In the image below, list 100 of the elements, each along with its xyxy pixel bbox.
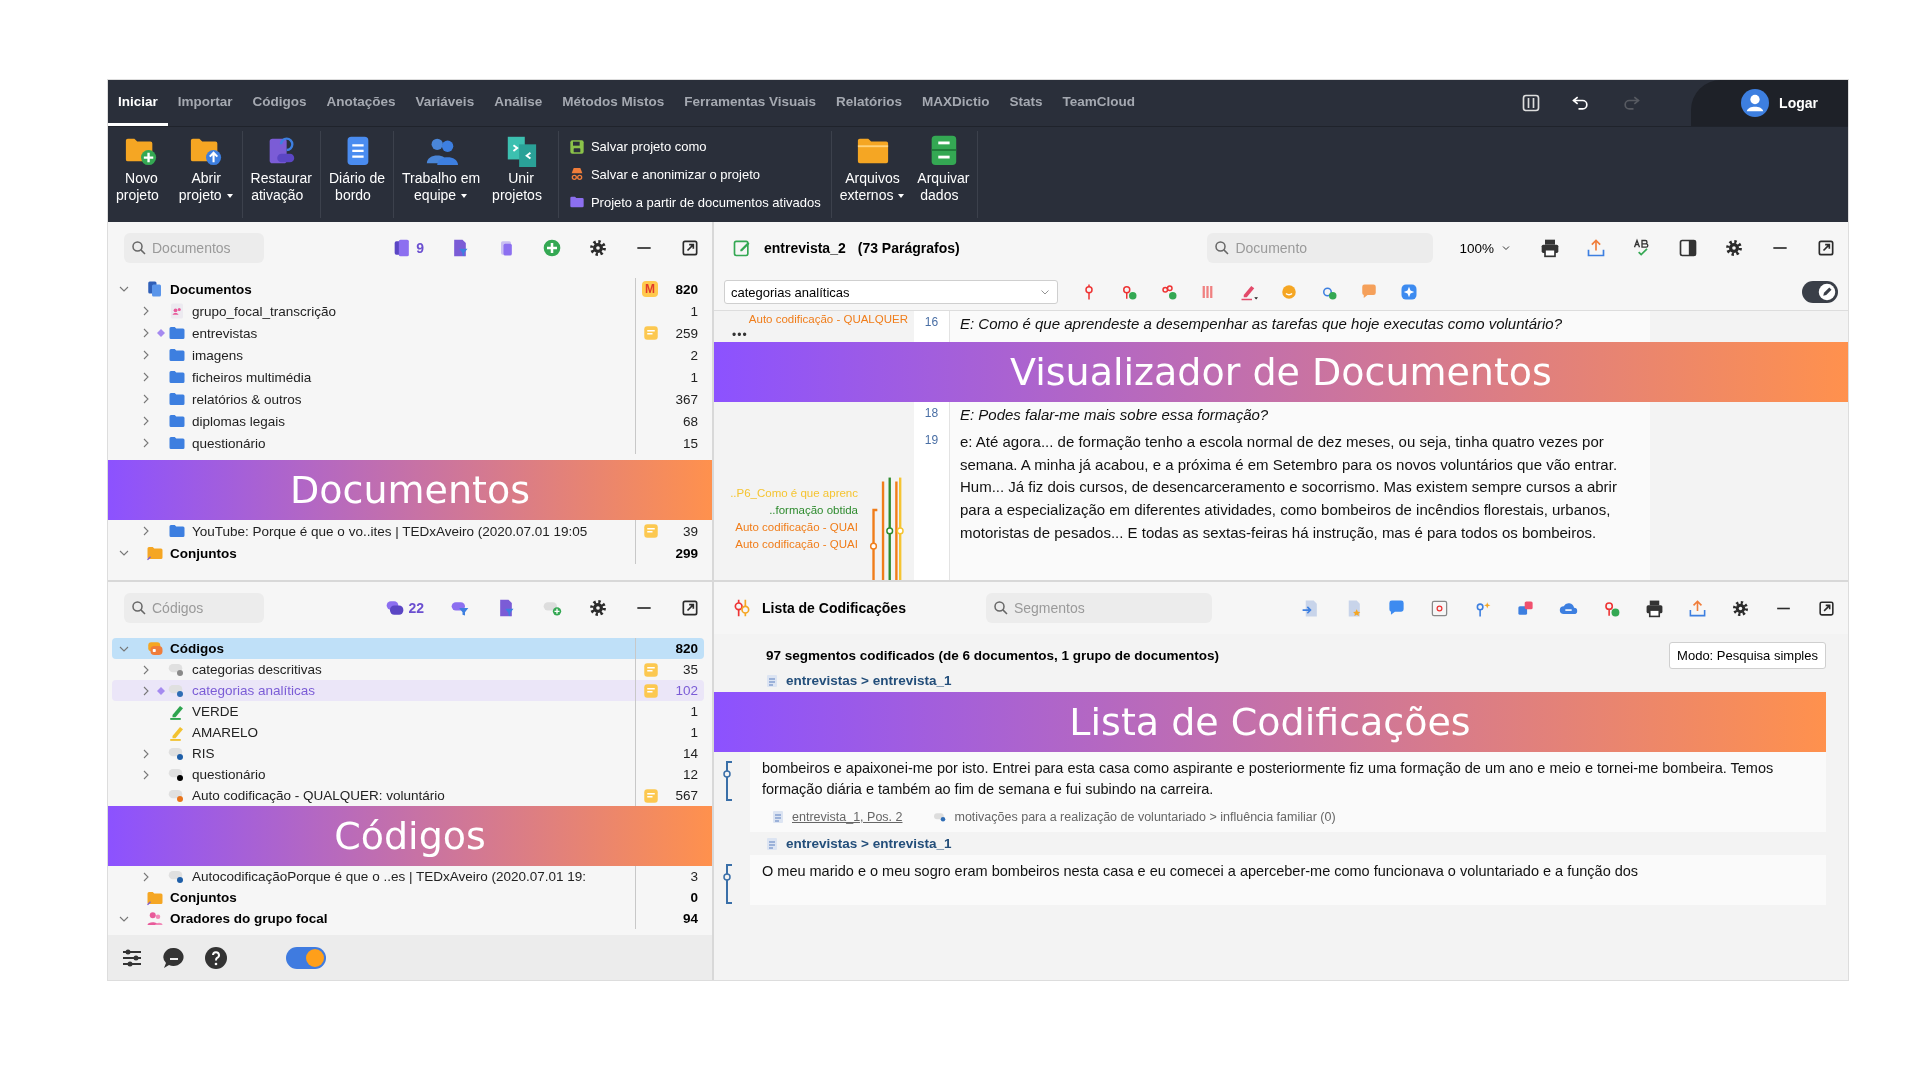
login-button[interactable]: Logar [1691, 80, 1848, 126]
code-add-icon[interactable] [1120, 283, 1138, 301]
zoom-dropdown[interactable]: 100% [1459, 240, 1512, 256]
count-text: 299 [675, 545, 698, 561]
menu-tab[interactable]: Relatórios [826, 80, 913, 126]
codes-icon[interactable] [385, 598, 406, 618]
code-dropdown[interactable]: categorias analíticas [724, 280, 1058, 304]
squares-icon[interactable] [1516, 598, 1535, 618]
tree-item-label[interactable]: categorias descritivas [192, 662, 322, 677]
tree-item-label[interactable]: Conjuntos [170, 545, 237, 561]
chat-icon[interactable] [162, 945, 186, 970]
tree-item-label[interactable]: questionário [192, 435, 266, 451]
tree-item-label[interactable]: imagens [192, 347, 244, 363]
ribbon-button[interactable]: Novo projeto [110, 131, 173, 206]
columns-icon[interactable] [1521, 93, 1542, 113]
menu-tab[interactable]: Stats [999, 80, 1053, 126]
sparkle-icon[interactable] [1400, 283, 1418, 301]
settings-icon[interactable] [588, 598, 608, 618]
count-text: 68 [682, 413, 698, 429]
side-panel-icon[interactable] [1678, 238, 1698, 258]
menu-tab[interactable]: Métodos Mistos [552, 80, 675, 126]
tree-row-highlight[interactable]: Códigos 820 [112, 638, 704, 659]
ribbon-button[interactable]: Abrir projeto [172, 131, 240, 206]
reference-link[interactable]: entrevista_1, Pos. 2 [792, 810, 903, 824]
count-text: 22 [408, 600, 424, 616]
count-text: 94 [682, 911, 698, 926]
tree-item-label[interactable]: RIS [192, 746, 215, 761]
tree-item-label[interactable]: VERDE [192, 704, 239, 719]
ribbon-button[interactable]: Diário de bordo [323, 131, 391, 206]
ribbon-link[interactable]: Projeto a partir de documentos ativados [568, 194, 821, 211]
popout-icon[interactable] [1817, 598, 1836, 618]
settings-icon[interactable] [1731, 598, 1750, 618]
count-text: 12 [682, 767, 698, 782]
source-path[interactable]: entrevistas > entrevista_1 [786, 836, 952, 851]
count-text: 3 [690, 869, 698, 884]
tree-item-label[interactable]: relatórios & outros [192, 391, 302, 407]
coding-icon [732, 598, 752, 618]
count-text: 820 [675, 641, 698, 656]
focus-group-icon [168, 302, 186, 320]
print-icon[interactable] [1540, 238, 1560, 258]
mode-button[interactable]: Modo: Pesquisa simples [1669, 642, 1826, 669]
edit-mode-toggle[interactable] [1802, 281, 1838, 303]
frame-icon[interactable] [1430, 598, 1449, 618]
code-multi-icon[interactable] [1160, 283, 1178, 301]
menu-tab[interactable]: Análise [484, 80, 553, 126]
help-icon[interactable] [204, 945, 228, 970]
menu-tab[interactable]: TeamCloud [1052, 80, 1146, 126]
ribbon-button[interactable]: Trabalho em equipe [396, 131, 487, 206]
ribbon-link[interactable]: Salvar e anonimizar o projeto [568, 166, 821, 183]
tree-item-label[interactable]: Documentos [170, 281, 252, 297]
ribbon-button[interactable]: Restaurar ativação [244, 131, 318, 206]
section-banner: Visualizador de Documentos [714, 342, 1848, 402]
ribbon-link[interactable]: Salvar projeto como [568, 138, 821, 155]
source-path[interactable]: entrevistas > entrevista_1 [786, 673, 952, 688]
folder-icon [168, 324, 186, 342]
tree-item-label[interactable]: AutocodificaçãoPorque é que o ..es | TEDxAveiro (2020.07.01 19: [192, 869, 586, 884]
settings-icon[interactable] [1724, 238, 1744, 258]
count-text: 14 [682, 746, 698, 761]
ribbon-button[interactable]: Unir projetos [486, 131, 556, 206]
document-import-icon[interactable] [1301, 598, 1320, 618]
tree-item-label[interactable]: ficheiros multimédia [192, 369, 312, 385]
settings-icon[interactable] [588, 238, 608, 258]
export-icon[interactable] [1586, 238, 1606, 258]
menu-tab[interactable]: Variáveis [405, 80, 485, 126]
document-icon [772, 810, 784, 824]
code-label[interactable]: ..formação obtida [769, 501, 858, 519]
tree-item-label[interactable]: grupo_focal_transcrição [192, 303, 337, 319]
section-banner: Documentos [108, 460, 712, 520]
menu-tab[interactable]: Iniciar [108, 80, 168, 126]
line-number: 19 [914, 428, 950, 580]
tree-item-label[interactable]: diplomas legais [192, 413, 286, 429]
tree-item-label[interactable]: Auto codificação - QUALQUER: voluntário [192, 788, 445, 803]
add-icon[interactable] [542, 238, 562, 258]
count-text: 0 [690, 890, 698, 905]
ribbon-button[interactable]: Arquivos externos [833, 131, 912, 206]
tree-item-label[interactable]: YouTube: Porque é que o vo..ites | TEDxAveiro (2020.07.01 19:05 [192, 523, 588, 539]
ribbon-button[interactable]: Arquivar dados [911, 131, 976, 206]
more-button[interactable]: ••• [732, 328, 748, 342]
tree-item-label[interactable]: entrevistas [192, 325, 258, 341]
tree-item-label[interactable]: AMARELO [192, 725, 259, 740]
menu-tab[interactable]: Anotações [316, 80, 406, 126]
print-icon[interactable] [1645, 598, 1664, 618]
tree-item-label[interactable]: Códigos [170, 641, 224, 656]
toggle-switch[interactable] [286, 946, 326, 969]
tree-row-highlight[interactable]: categorias analíticas 102 [112, 680, 704, 701]
export-icon[interactable] [1688, 598, 1707, 618]
popout-icon[interactable] [680, 598, 700, 618]
tree-item-label[interactable]: Conjuntos [170, 890, 237, 905]
tree-item-label[interactable]: questionário [192, 767, 266, 782]
tree-item-label[interactable]: categorias analíticas [192, 683, 316, 698]
code-path: motivações para a realização de voluntariado > influência familiar (0) [954, 810, 1336, 824]
menu-tab[interactable]: MAXDictio [912, 80, 1000, 126]
popout-icon[interactable] [680, 238, 700, 258]
tree-item-label[interactable]: Oradores do grupo focal [170, 911, 328, 926]
popout-icon[interactable] [1816, 238, 1836, 258]
menu-tab[interactable]: Ferramentas Visuais [674, 80, 826, 126]
highlighter-icon[interactable] [1240, 283, 1258, 301]
folder-icon [168, 522, 186, 540]
menu-tab[interactable]: Importar [167, 80, 243, 126]
menu-tab[interactable]: Códigos [242, 80, 317, 126]
